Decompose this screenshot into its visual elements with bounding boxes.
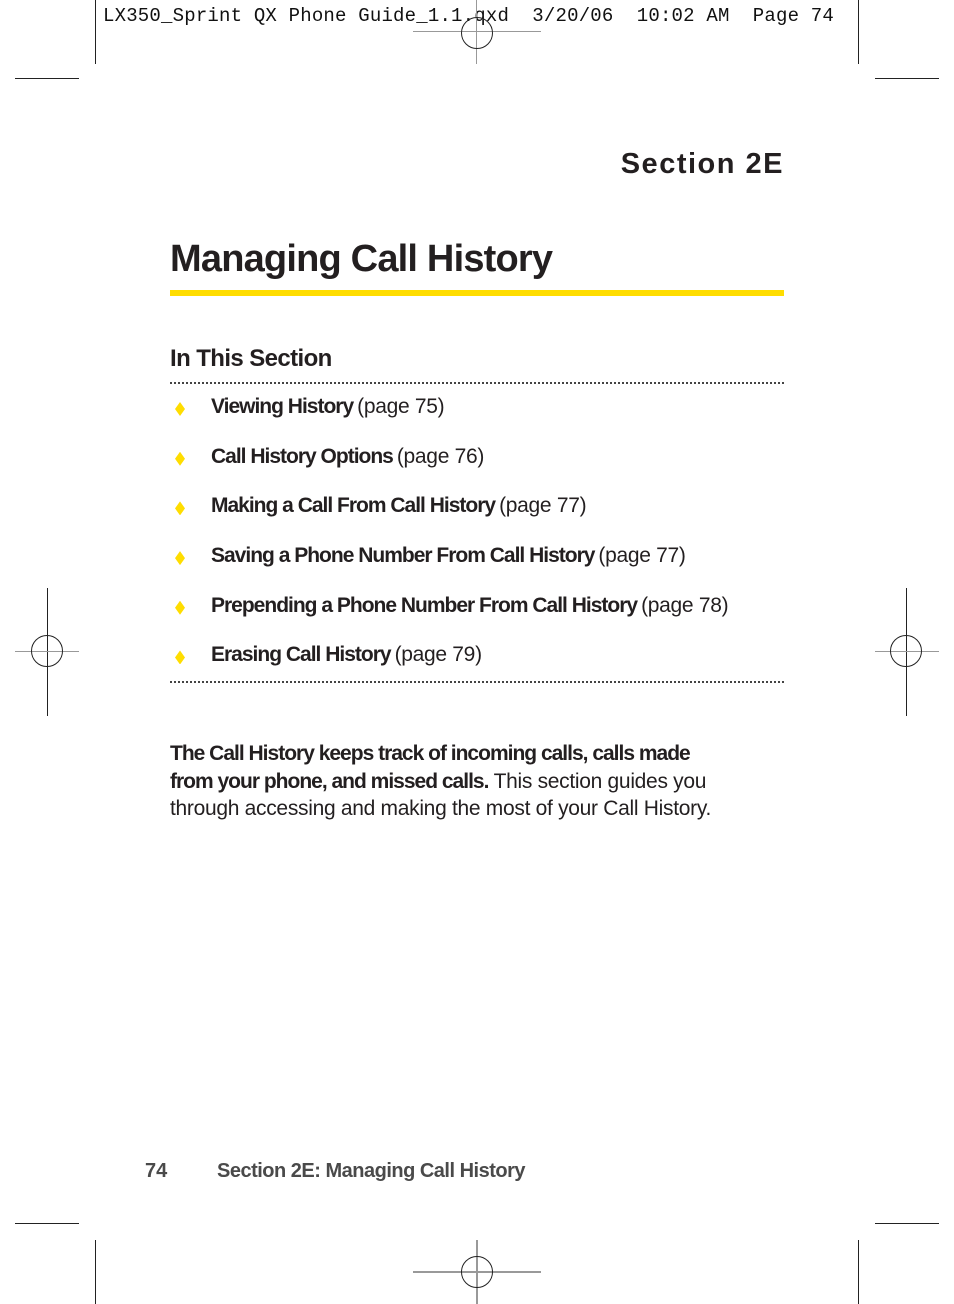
diamond-bullet-icon	[175, 551, 185, 566]
item-title: Call History Options	[211, 444, 394, 468]
crop-mark	[95, 1240, 96, 1304]
crop-mark	[875, 1223, 939, 1224]
crop-mark	[858, 1240, 859, 1304]
crop-mark	[15, 1223, 79, 1224]
divider-bottom	[170, 681, 784, 683]
section-label: Section 2E	[620, 148, 784, 180]
diamond-bullet-icon	[175, 600, 185, 615]
item-page-ref: (page 78)	[641, 593, 729, 617]
crop-mark	[875, 78, 939, 79]
slug-date: 3/20/06	[532, 5, 614, 27]
diamond-bullet-icon	[175, 402, 185, 416]
page-title: Managing Call History	[170, 238, 553, 280]
item-page-ref: (page 76)	[396, 444, 485, 468]
item-title: Saving a Phone Number From Call History	[211, 544, 595, 568]
item-page-ref: (page 75)	[357, 395, 445, 418]
list-item[interactable]: Viewing History (page 75)	[170, 395, 784, 445]
diamond-bullet-icon	[175, 451, 185, 466]
diamond-bullet-icon	[175, 650, 185, 665]
list-item[interactable]: Making a Call From Call History (page 77…	[170, 494, 784, 544]
item-title: Making a Call From Call History	[211, 494, 496, 518]
item-title: Erasing Call History	[211, 643, 392, 667]
intro-paragraph: The Call History keeps track of incoming…	[170, 740, 730, 823]
item-page-ref: (page 77)	[598, 544, 686, 568]
slug-filename: LX350_Sprint QX Phone Guide_1.1.qxd	[103, 5, 510, 27]
item-page-ref: (page 77)	[499, 494, 587, 518]
list-item[interactable]: Call History Options (page 76)	[170, 445, 784, 495]
item-title: Viewing History	[211, 395, 354, 418]
section-contents-list: Viewing History (page 75) Call History O…	[170, 395, 784, 693]
footer-page-number: 74	[145, 1160, 168, 1182]
list-item[interactable]: Saving a Phone Number From Call History …	[170, 544, 784, 594]
item-page-ref: (page 79)	[394, 643, 483, 667]
list-item[interactable]: Prepending a Phone Number From Call Hist…	[170, 594, 784, 644]
slug-page: Page 74	[752, 5, 834, 27]
item-title: Prepending a Phone Number From Call Hist…	[211, 593, 638, 617]
list-item[interactable]: Erasing Call History (page 79)	[170, 643, 784, 693]
diamond-bullet-icon	[175, 501, 185, 516]
slug-time: 10:02 AM	[636, 5, 730, 27]
crop-mark	[858, 0, 859, 64]
divider-top	[170, 382, 784, 384]
title-underline	[170, 290, 784, 296]
crop-mark	[95, 0, 96, 64]
footer-running-title: Section 2E: Managing Call History	[217, 1160, 526, 1182]
in-this-section-heading: In This Section	[170, 345, 332, 372]
crop-mark	[15, 78, 79, 79]
